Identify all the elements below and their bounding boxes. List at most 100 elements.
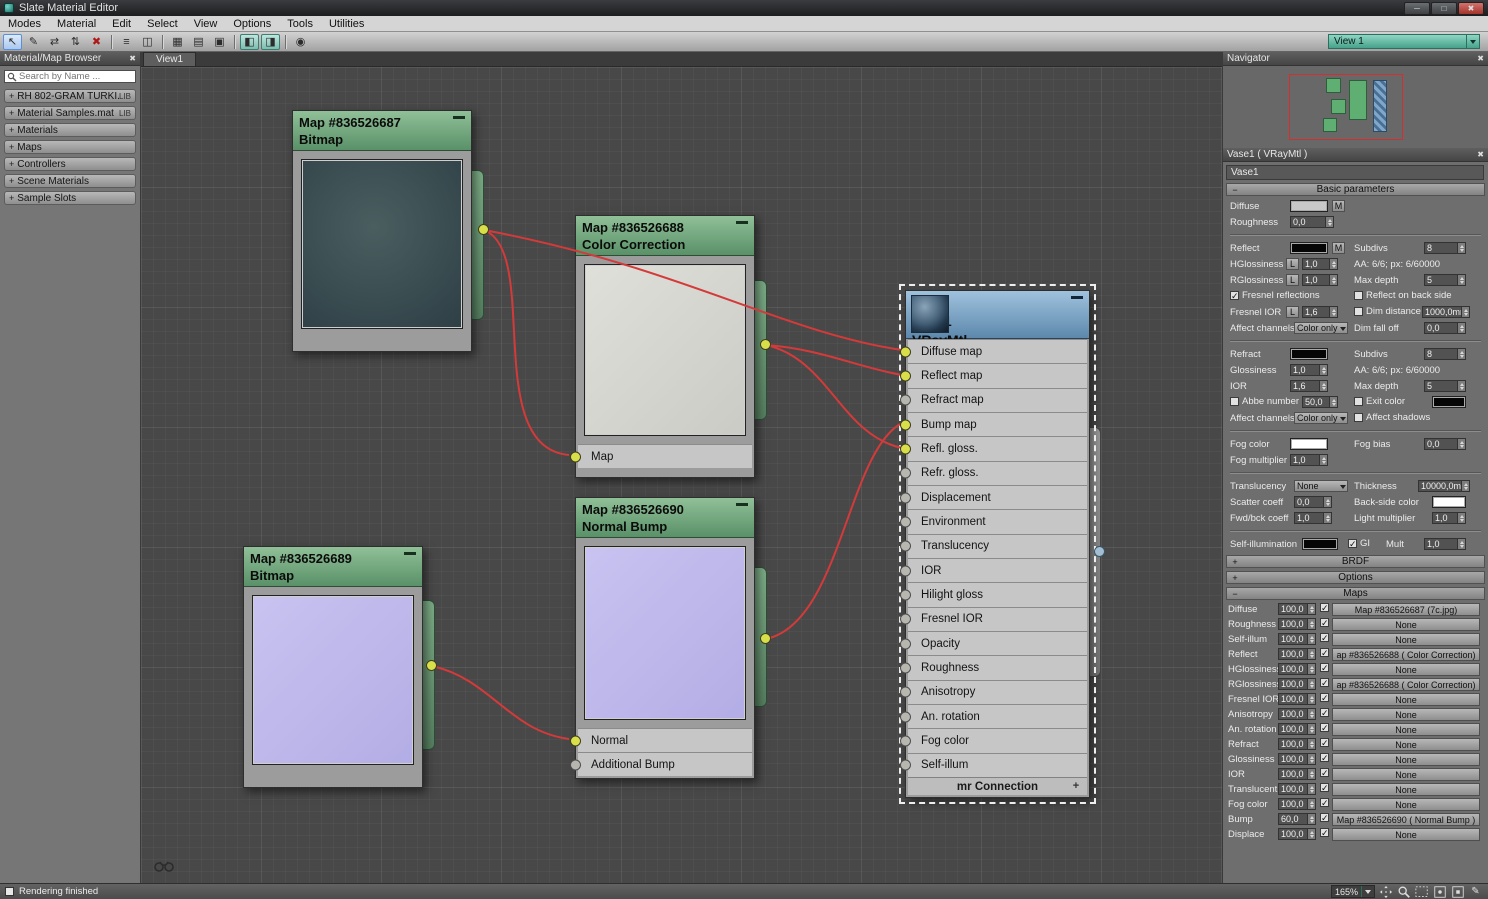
map-slot-button[interactable]: Map #836526690 ( Normal Bump ) [1332, 813, 1480, 826]
spinner-arrows[interactable] [1329, 275, 1337, 285]
collapse-icon[interactable]: − [1230, 185, 1240, 195]
spinner-field[interactable]: 0,0 [1290, 216, 1334, 228]
vraymtl-slot-anisotropy[interactable]: Anisotropy [908, 680, 1087, 704]
input-socket[interactable] [900, 492, 911, 503]
spinner-down-icon[interactable] [1332, 403, 1336, 408]
checkbox-dim-distance[interactable]: Dim distance [1354, 306, 1421, 317]
input-socket[interactable] [900, 516, 911, 527]
browser-item-material-samples-mat[interactable]: +Material Samples.matLIB [4, 106, 136, 120]
color-swatch[interactable] [1290, 348, 1328, 360]
material-name-field[interactable] [1226, 165, 1484, 180]
spinner-down-icon[interactable] [1326, 503, 1330, 508]
minimize-button[interactable]: ─ [1404, 2, 1430, 15]
normal-bump-slot-additional-bump[interactable]: Additional Bump [578, 752, 752, 776]
input-socket[interactable] [570, 759, 581, 770]
checkbox-affect-shadows[interactable]: Affect shadows [1354, 412, 1430, 423]
output-socket[interactable] [1094, 546, 1105, 557]
put-material-to-scene-button[interactable]: ⇄ [45, 34, 64, 50]
spinner-field[interactable]: 1,0 [1424, 538, 1466, 550]
spinner-up-icon[interactable] [1332, 259, 1336, 264]
spinner-down-icon[interactable] [1460, 545, 1464, 550]
checkbox[interactable] [1354, 307, 1363, 316]
spinner-up-icon[interactable] [1332, 307, 1336, 312]
pick-material-from-object-button[interactable]: ✎ [24, 34, 43, 50]
output-socket[interactable] [760, 339, 771, 350]
spinner-arrows[interactable] [1307, 694, 1315, 704]
checkbox[interactable]: ✓ [1320, 678, 1329, 687]
map-shortcut-button[interactable]: L [1286, 306, 1299, 318]
vraymtl-slot-reflect-map[interactable]: Reflect map [908, 363, 1087, 387]
dropdown-color-only[interactable]: Color only [1294, 322, 1348, 334]
menu-material[interactable]: Material [49, 16, 104, 31]
spinner-arrows[interactable] [1307, 829, 1315, 839]
spinner-up-icon[interactable] [1460, 539, 1464, 544]
map-amount-spinner[interactable]: 100,0 [1278, 603, 1316, 615]
map-enable-checkbox[interactable]: ✓ [1320, 648, 1329, 657]
output-socket[interactable] [426, 660, 437, 671]
spinner-down-icon[interactable] [1322, 387, 1326, 392]
map-enable-checkbox[interactable]: ✓ [1320, 618, 1329, 627]
search-input[interactable] [19, 71, 133, 82]
spinner-arrows[interactable] [1307, 814, 1315, 824]
checkbox[interactable]: ✓ [1230, 291, 1239, 300]
spinner-field[interactable]: 1,6 [1290, 380, 1328, 392]
spinner-arrows[interactable] [1307, 739, 1315, 749]
checkbox[interactable]: ✓ [1320, 648, 1329, 657]
spinner-arrows[interactable] [1319, 365, 1327, 375]
vraymtl-slot-diffuse-map[interactable]: Diffuse map [908, 339, 1087, 363]
map-slot-button[interactable]: None [1332, 663, 1480, 676]
map-amount-spinner[interactable]: 100,0 [1278, 693, 1316, 705]
spinner-up-icon[interactable] [1332, 275, 1336, 280]
spinner-arrows[interactable] [1307, 664, 1315, 674]
spinner-arrows[interactable] [1457, 539, 1465, 549]
input-socket[interactable] [900, 760, 911, 771]
menu-options[interactable]: Options [225, 16, 279, 31]
zoom-extents-button[interactable]: ◉ [291, 34, 310, 50]
show-shaded-material-in-viewport-button[interactable]: ▦ [168, 34, 187, 50]
expand-icon[interactable]: + [9, 176, 14, 186]
map-amount-spinner[interactable]: 60,0 [1278, 813, 1316, 825]
spinner-field[interactable]: 5 [1424, 274, 1466, 286]
spinner-arrows[interactable] [1307, 604, 1315, 614]
map-enable-checkbox[interactable]: ✓ [1320, 723, 1329, 732]
spinner-down-icon[interactable] [1310, 640, 1314, 645]
layout-all-button[interactable]: ◧ [240, 34, 259, 50]
spinner-down-icon[interactable] [1460, 355, 1464, 360]
checkbox[interactable]: ✓ [1320, 828, 1329, 837]
spinner-arrows[interactable] [1307, 769, 1315, 779]
spinner-up-icon[interactable] [1332, 397, 1336, 402]
map-slot-button[interactable]: None [1332, 753, 1480, 766]
spinner-up-icon[interactable] [1310, 649, 1314, 654]
vraymtl-slot-refr-gloss[interactable]: Refr. gloss. [908, 461, 1087, 485]
collapse-icon[interactable] [736, 503, 748, 506]
spinner-up-icon[interactable] [1460, 349, 1464, 354]
spinner-down-icon[interactable] [1332, 313, 1336, 318]
spinner-up-icon[interactable] [1460, 439, 1464, 444]
delete-selected-button[interactable]: ✖ [87, 34, 106, 50]
spinner-arrows[interactable] [1307, 784, 1315, 794]
spinner-down-icon[interactable] [1322, 371, 1326, 376]
checkbox-abbe-number[interactable]: Abbe number [1230, 396, 1299, 407]
spinner-arrows[interactable] [1307, 754, 1315, 764]
spinner-field[interactable]: 8 [1424, 242, 1466, 254]
node-header[interactable]: Map #836526687 Bitmap [293, 111, 471, 151]
menu-select[interactable]: Select [139, 16, 186, 31]
mr-connection-row[interactable]: mr Connection + [908, 777, 1087, 795]
pan-tool-button[interactable] [1378, 885, 1393, 899]
spinner-arrows[interactable] [1323, 513, 1331, 523]
menu-utilities[interactable]: Utilities [321, 16, 372, 31]
browser-item-scene-materials[interactable]: +Scene Materials [4, 174, 136, 188]
checkbox[interactable]: ✓ [1320, 693, 1329, 702]
texture-preview[interactable] [584, 264, 746, 436]
spinner-arrows[interactable] [1461, 307, 1469, 317]
map-slot-button[interactable]: None [1332, 723, 1480, 736]
checkbox[interactable] [1354, 397, 1363, 406]
spinner-arrows[interactable] [1307, 619, 1315, 629]
spinner-down-icon[interactable] [1310, 745, 1314, 750]
spinner-up-icon[interactable] [1460, 275, 1464, 280]
spinner-down-icon[interactable] [1332, 265, 1336, 270]
input-socket[interactable] [900, 589, 911, 600]
spinner-arrows[interactable] [1307, 799, 1315, 809]
input-socket[interactable] [900, 565, 911, 576]
expand-icon[interactable]: + [9, 159, 14, 169]
